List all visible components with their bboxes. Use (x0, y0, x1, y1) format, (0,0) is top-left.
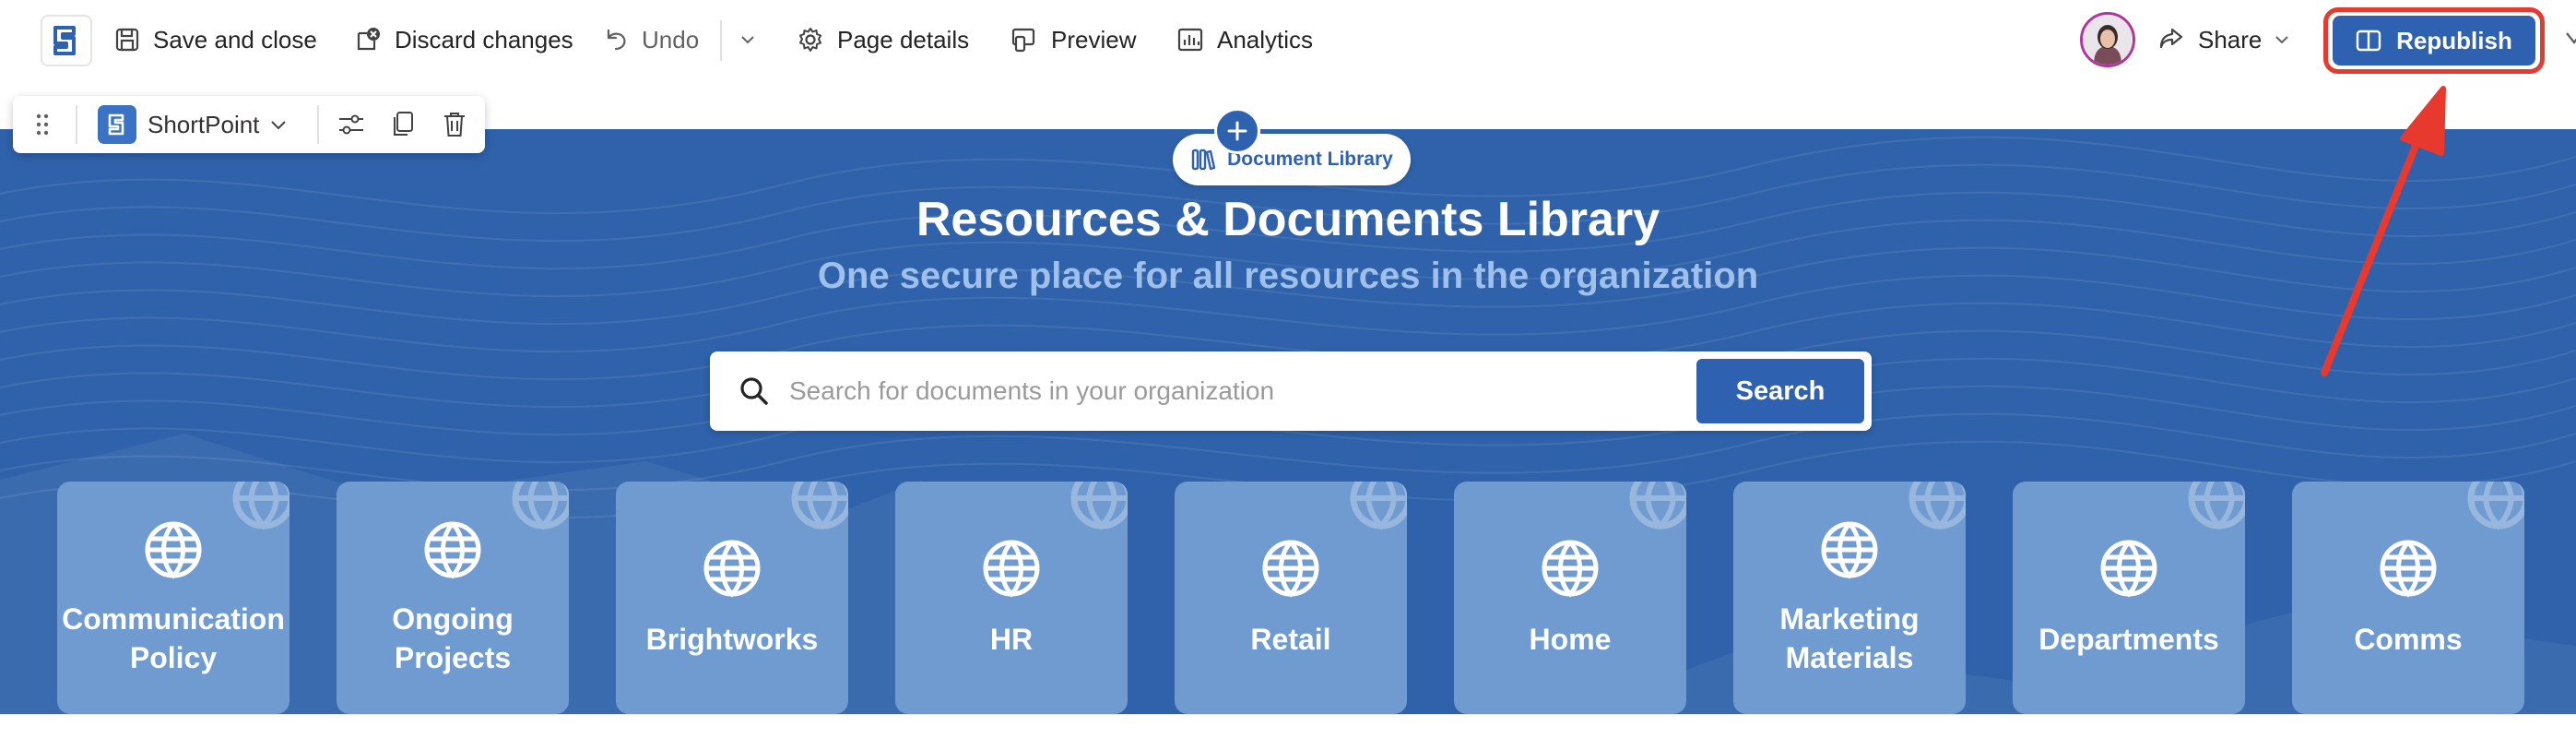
webpart-name: ShortPoint (148, 110, 260, 138)
tile-retail[interactable]: Retail (1175, 482, 1407, 714)
republish-button[interactable]: Republish (2333, 16, 2535, 65)
tile-communication-policy[interactable]: Communication Policy (57, 482, 290, 714)
tile-label: Ongoing Projects (392, 602, 514, 674)
page-subtitle: One secure place for all resources in th… (817, 256, 1759, 296)
discard-changes-label: Discard changes (395, 25, 573, 54)
globe-watermark-icon (1350, 482, 1407, 530)
globe-icon (2380, 540, 2437, 598)
tile-hr[interactable]: HR (895, 482, 1128, 714)
document-library-badge[interactable]: Document Library (1173, 134, 1411, 185)
preview-label: Preview (1051, 25, 1137, 54)
settings-sliders-icon[interactable] (336, 109, 367, 140)
delete-trash-icon[interactable] (439, 109, 470, 140)
discard-icon (357, 28, 380, 51)
discard-changes-button[interactable]: Discard changes (354, 20, 573, 59)
add-section-button[interactable] (1214, 108, 1260, 154)
tile-home[interactable]: Home (1454, 482, 1686, 714)
section-divider (0, 714, 2576, 738)
undo-icon (607, 29, 626, 51)
globe-icon (1821, 521, 1878, 579)
save-disk-icon (115, 28, 139, 52)
overflow-chevron-icon[interactable] (2565, 26, 2576, 54)
tile-label: Marketing Materials (1779, 602, 1920, 674)
globe-icon (1542, 540, 1599, 598)
tile-comms[interactable]: Comms (2292, 482, 2524, 714)
badge-label: Document Library (1227, 149, 1393, 170)
globe-icon (424, 521, 481, 579)
preview-button[interactable]: Preview (1010, 20, 1136, 59)
preview-devices-icon (1011, 28, 1035, 53)
chart-icon (1177, 28, 1203, 52)
undo-options-chevron-icon[interactable] (734, 22, 762, 57)
shortpoint-logo-icon[interactable] (41, 15, 92, 66)
toolbar-divider (76, 105, 77, 144)
globe-icon (145, 521, 202, 579)
analytics-label: Analytics (1217, 25, 1314, 54)
save-and-close-button[interactable]: Save and close (114, 20, 317, 59)
globe-watermark-icon (2467, 482, 2524, 530)
globe-icon (2100, 540, 2157, 598)
chevron-down-icon (2275, 36, 2289, 44)
tile-label: Comms (2354, 623, 2463, 656)
globe-icon (703, 540, 761, 598)
globe-watermark-icon (1629, 482, 1686, 530)
book-open-icon (2356, 30, 2381, 52)
page-details-label: Page details (837, 25, 970, 54)
share-button[interactable]: Share (2157, 20, 2289, 59)
avatar[interactable] (2080, 12, 2135, 67)
chevron-down-icon (271, 120, 287, 129)
tile-label: Departments (2038, 623, 2219, 656)
gear-icon (799, 28, 821, 52)
toolbar-divider (317, 105, 319, 144)
command-bar: Save and close Discard changes Undo Page… (0, 0, 2576, 79)
globe-watermark-icon (512, 482, 569, 530)
globe-icon (1262, 540, 1319, 598)
webpart-toolbar: ShortPoint (13, 96, 485, 153)
search-icon (740, 377, 768, 405)
search-button[interactable]: Search (1696, 359, 1864, 423)
globe-icon (983, 540, 1040, 598)
tile-departments[interactable]: Departments (2013, 482, 2245, 714)
globe-watermark-icon (1070, 482, 1128, 530)
analytics-button[interactable]: Analytics (1176, 20, 1313, 59)
tile-marketing-materials[interactable]: Marketing Materials (1733, 482, 1966, 714)
tile-label: Retail (1250, 623, 1331, 656)
search-box: Search (710, 351, 1872, 431)
globe-watermark-icon (2188, 482, 2245, 530)
plus-icon (1227, 121, 1247, 141)
drag-handle-icon[interactable] (28, 110, 57, 139)
save-and-close-label: Save and close (153, 25, 317, 54)
webpart-selector[interactable]: ShortPoint (98, 104, 287, 145)
shortpoint-logo-icon (98, 105, 136, 144)
page-details-button[interactable]: Page details (797, 20, 969, 59)
duplicate-icon[interactable] (387, 109, 419, 140)
globe-watermark-icon (791, 482, 848, 530)
globe-watermark-icon (1908, 482, 1966, 530)
tile-label: Communication Policy (62, 602, 285, 674)
republish-label: Republish (2396, 26, 2512, 54)
undo-button[interactable]: Undo (603, 20, 699, 59)
share-icon (2159, 28, 2183, 49)
tile-ongoing-projects[interactable]: Ongoing Projects (337, 482, 569, 714)
share-label: Share (2198, 25, 2263, 54)
undo-label: Undo (642, 25, 700, 54)
tile-brightworks[interactable]: Brightworks (616, 482, 848, 714)
tile-label: Home (1529, 623, 1612, 656)
globe-watermark-icon (232, 482, 290, 530)
tile-label: HR (989, 623, 1034, 656)
page-title: Resources & Documents Library (916, 193, 1660, 246)
library-books-icon (1191, 149, 1216, 171)
category-tiles: Communication Policy Ongoing Projects Br… (57, 482, 2546, 714)
tile-label: Brightworks (645, 623, 819, 656)
search-input[interactable] (789, 370, 1619, 412)
toolbar-divider (720, 20, 722, 61)
